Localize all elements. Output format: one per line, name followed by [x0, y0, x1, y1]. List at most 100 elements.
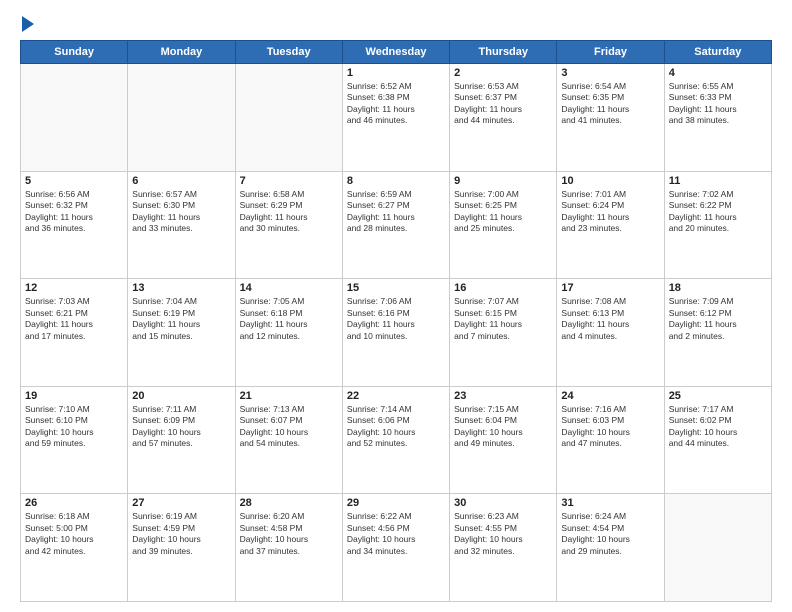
- day-info: Sunrise: 7:00 AM Sunset: 6:25 PM Dayligh…: [454, 189, 552, 235]
- day-number: 25: [669, 390, 767, 402]
- day-number: 30: [454, 497, 552, 509]
- week-row-4: 19 Sunrise: 7:10 AM Sunset: 6:10 PM Dayli…: [21, 386, 772, 494]
- day-cell: [21, 64, 128, 172]
- day-number: 1: [347, 67, 445, 79]
- day-info: Sunrise: 7:13 AM Sunset: 6:07 PM Dayligh…: [240, 404, 338, 450]
- day-number: 16: [454, 282, 552, 294]
- day-cell: [128, 64, 235, 172]
- day-info: Sunrise: 6:23 AM Sunset: 4:55 PM Dayligh…: [454, 511, 552, 557]
- day-number: 23: [454, 390, 552, 402]
- day-info: Sunrise: 7:16 AM Sunset: 6:03 PM Dayligh…: [561, 404, 659, 450]
- day-number: 10: [561, 175, 659, 187]
- page: SundayMondayTuesdayWednesdayThursdayFrid…: [0, 0, 792, 612]
- day-info: Sunrise: 6:59 AM Sunset: 6:27 PM Dayligh…: [347, 189, 445, 235]
- day-cell: [664, 494, 771, 602]
- day-number: 11: [669, 175, 767, 187]
- weekday-wednesday: Wednesday: [342, 41, 449, 64]
- day-cell: 16 Sunrise: 7:07 AM Sunset: 6:15 PM Dayli…: [450, 279, 557, 387]
- day-info: Sunrise: 6:19 AM Sunset: 4:59 PM Dayligh…: [132, 511, 230, 557]
- day-number: 24: [561, 390, 659, 402]
- day-number: 15: [347, 282, 445, 294]
- weekday-thursday: Thursday: [450, 41, 557, 64]
- week-row-3: 12Sunrise: 7:03 AM Sunset: 6:21 PM Dayli…: [21, 279, 772, 387]
- day-cell: 31 Sunrise: 6:24 AM Sunset: 4:54 PM Dayli…: [557, 494, 664, 602]
- day-number: 4: [669, 67, 767, 79]
- day-cell: 3Sunrise: 6:54 AM Sunset: 6:35 PM Daylig…: [557, 64, 664, 172]
- day-info: Sunrise: 6:56 AM Sunset: 6:32 PM Dayligh…: [25, 189, 123, 235]
- day-number: 14: [240, 282, 338, 294]
- day-cell: 4 Sunrise: 6:55 AM Sunset: 6:33 PM Daylig…: [664, 64, 771, 172]
- week-row-5: 26 Sunrise: 6:18 AM Sunset: 5:00 PM Dayli…: [21, 494, 772, 602]
- day-number: 21: [240, 390, 338, 402]
- day-number: 5: [25, 175, 123, 187]
- day-info: Sunrise: 7:11 AM Sunset: 6:09 PM Dayligh…: [132, 404, 230, 450]
- day-cell: [235, 64, 342, 172]
- day-info: Sunrise: 7:04 AM Sunset: 6:19 PM Dayligh…: [132, 296, 230, 342]
- day-info: Sunrise: 7:05 AM Sunset: 6:18 PM Dayligh…: [240, 296, 338, 342]
- day-cell: 21 Sunrise: 7:13 AM Sunset: 6:07 PM Dayli…: [235, 386, 342, 494]
- day-cell: 20Sunrise: 7:11 AM Sunset: 6:09 PM Dayli…: [128, 386, 235, 494]
- day-number: 26: [25, 497, 123, 509]
- day-info: Sunrise: 7:06 AM Sunset: 6:16 PM Dayligh…: [347, 296, 445, 342]
- day-info: Sunrise: 7:10 AM Sunset: 6:10 PM Dayligh…: [25, 404, 123, 450]
- day-info: Sunrise: 7:07 AM Sunset: 6:15 PM Dayligh…: [454, 296, 552, 342]
- day-cell: 15 Sunrise: 7:06 AM Sunset: 6:16 PM Dayli…: [342, 279, 449, 387]
- day-cell: 11 Sunrise: 7:02 AM Sunset: 6:22 PM Dayli…: [664, 171, 771, 279]
- day-info: Sunrise: 6:24 AM Sunset: 4:54 PM Dayligh…: [561, 511, 659, 557]
- day-cell: 17 Sunrise: 7:08 AM Sunset: 6:13 PM Dayli…: [557, 279, 664, 387]
- day-number: 19: [25, 390, 123, 402]
- day-info: Sunrise: 7:08 AM Sunset: 6:13 PM Dayligh…: [561, 296, 659, 342]
- day-cell: 7 Sunrise: 6:58 AM Sunset: 6:29 PM Daylig…: [235, 171, 342, 279]
- day-cell: 12Sunrise: 7:03 AM Sunset: 6:21 PM Dayli…: [21, 279, 128, 387]
- day-cell: 23 Sunrise: 7:15 AM Sunset: 6:04 PM Dayli…: [450, 386, 557, 494]
- day-number: 13: [132, 282, 230, 294]
- day-cell: 19 Sunrise: 7:10 AM Sunset: 6:10 PM Dayli…: [21, 386, 128, 494]
- day-cell: 25 Sunrise: 7:17 AM Sunset: 6:02 PM Dayli…: [664, 386, 771, 494]
- day-number: 17: [561, 282, 659, 294]
- day-number: 8: [347, 175, 445, 187]
- day-number: 2: [454, 67, 552, 79]
- day-info: Sunrise: 6:55 AM Sunset: 6:33 PM Dayligh…: [669, 81, 767, 127]
- day-cell: 27Sunrise: 6:19 AM Sunset: 4:59 PM Dayli…: [128, 494, 235, 602]
- day-number: 31: [561, 497, 659, 509]
- day-info: Sunrise: 6:53 AM Sunset: 6:37 PM Dayligh…: [454, 81, 552, 127]
- day-info: Sunrise: 6:54 AM Sunset: 6:35 PM Dayligh…: [561, 81, 659, 127]
- day-info: Sunrise: 7:14 AM Sunset: 6:06 PM Dayligh…: [347, 404, 445, 450]
- day-info: Sunrise: 7:17 AM Sunset: 6:02 PM Dayligh…: [669, 404, 767, 450]
- weekday-monday: Monday: [128, 41, 235, 64]
- weekday-sunday: Sunday: [21, 41, 128, 64]
- day-number: 9: [454, 175, 552, 187]
- weekday-tuesday: Tuesday: [235, 41, 342, 64]
- day-cell: 5 Sunrise: 6:56 AM Sunset: 6:32 PM Daylig…: [21, 171, 128, 279]
- day-cell: 18 Sunrise: 7:09 AM Sunset: 6:12 PM Dayli…: [664, 279, 771, 387]
- logo-arrow-icon: [22, 16, 34, 32]
- day-cell: 13 Sunrise: 7:04 AM Sunset: 6:19 PM Dayli…: [128, 279, 235, 387]
- week-row-1: 1Sunrise: 6:52 AM Sunset: 6:38 PM Daylig…: [21, 64, 772, 172]
- weekday-saturday: Saturday: [664, 41, 771, 64]
- day-info: Sunrise: 7:09 AM Sunset: 6:12 PM Dayligh…: [669, 296, 767, 342]
- day-cell: 14 Sunrise: 7:05 AM Sunset: 6:18 PM Dayli…: [235, 279, 342, 387]
- day-number: 7: [240, 175, 338, 187]
- weekday-header-row: SundayMondayTuesdayWednesdayThursdayFrid…: [21, 41, 772, 64]
- day-cell: 30 Sunrise: 6:23 AM Sunset: 4:55 PM Dayli…: [450, 494, 557, 602]
- day-cell: 8 Sunrise: 6:59 AM Sunset: 6:27 PM Daylig…: [342, 171, 449, 279]
- day-number: 6: [132, 175, 230, 187]
- day-number: 29: [347, 497, 445, 509]
- day-cell: 10 Sunrise: 7:01 AM Sunset: 6:24 PM Dayli…: [557, 171, 664, 279]
- day-info: Sunrise: 6:57 AM Sunset: 6:30 PM Dayligh…: [132, 189, 230, 235]
- day-cell: 9 Sunrise: 7:00 AM Sunset: 6:25 PM Daylig…: [450, 171, 557, 279]
- day-number: 28: [240, 497, 338, 509]
- day-cell: 6 Sunrise: 6:57 AM Sunset: 6:30 PM Daylig…: [128, 171, 235, 279]
- day-cell: 26 Sunrise: 6:18 AM Sunset: 5:00 PM Dayli…: [21, 494, 128, 602]
- day-cell: 22Sunrise: 7:14 AM Sunset: 6:06 PM Dayli…: [342, 386, 449, 494]
- day-info: Sunrise: 6:20 AM Sunset: 4:58 PM Dayligh…: [240, 511, 338, 557]
- day-info: Sunrise: 7:02 AM Sunset: 6:22 PM Dayligh…: [669, 189, 767, 235]
- day-number: 18: [669, 282, 767, 294]
- day-info: Sunrise: 6:18 AM Sunset: 5:00 PM Dayligh…: [25, 511, 123, 557]
- day-cell: 1Sunrise: 6:52 AM Sunset: 6:38 PM Daylig…: [342, 64, 449, 172]
- day-cell: 29Sunrise: 6:22 AM Sunset: 4:56 PM Dayli…: [342, 494, 449, 602]
- day-cell: 24 Sunrise: 7:16 AM Sunset: 6:03 PM Dayli…: [557, 386, 664, 494]
- day-info: Sunrise: 6:58 AM Sunset: 6:29 PM Dayligh…: [240, 189, 338, 235]
- day-info: Sunrise: 7:15 AM Sunset: 6:04 PM Dayligh…: [454, 404, 552, 450]
- day-info: Sunrise: 7:01 AM Sunset: 6:24 PM Dayligh…: [561, 189, 659, 235]
